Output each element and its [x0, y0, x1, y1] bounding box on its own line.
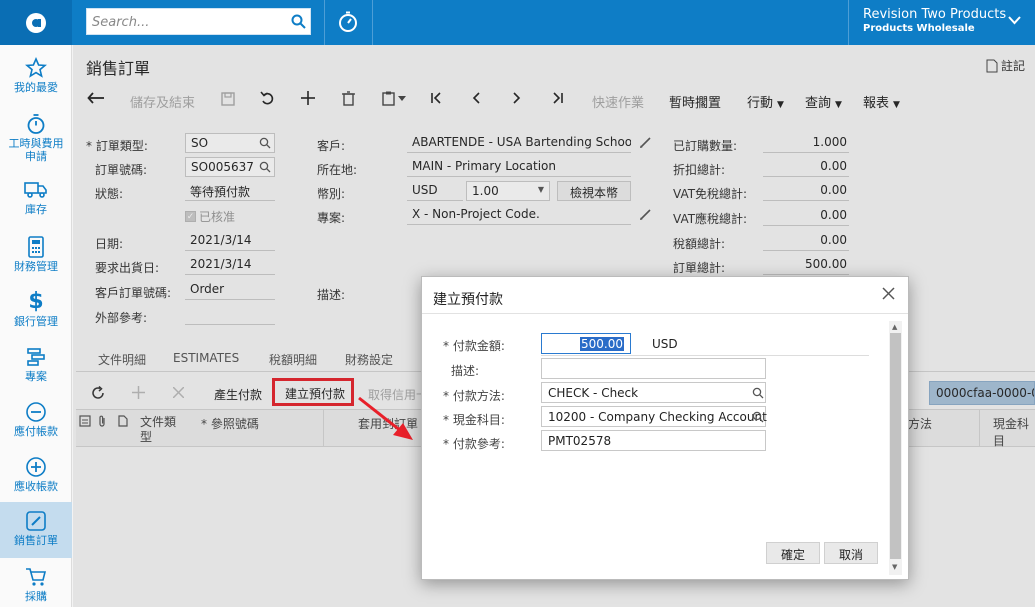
sidebar-item-purchases[interactable]: 採購: [0, 558, 72, 607]
cash-account-value: 10200 - Company Checking Account: [548, 410, 767, 424]
company-switcher[interactable]: Revision Two Products Products Wholesale: [863, 7, 1006, 34]
payment-ref-value: PMT02578: [548, 434, 612, 448]
scroll-down-icon[interactable]: ▼: [892, 563, 897, 571]
method-value: CHECK - Check: [548, 386, 639, 400]
search-input[interactable]: [92, 13, 282, 31]
close-icon: [882, 287, 895, 300]
desc-field[interactable]: [541, 358, 766, 379]
search-icon[interactable]: [752, 387, 764, 399]
truck-icon: [0, 179, 72, 201]
amount-field[interactable]: 500.00: [541, 333, 631, 354]
cash-account-label: * 現金科目:: [443, 413, 505, 427]
amount-currency: USD: [652, 337, 678, 351]
sidebar-item-banking[interactable]: $ 銀行管理: [0, 283, 72, 339]
chevron-down-icon[interactable]: [1008, 16, 1021, 25]
close-button[interactable]: [882, 287, 895, 300]
cancel-button[interactable]: 取消: [824, 542, 878, 564]
sidebar-item-inventory[interactable]: 庫存: [0, 171, 72, 227]
plus-circle-icon: [0, 456, 72, 478]
search-box[interactable]: [86, 8, 311, 35]
sidebar-item-label: 銀行管理: [14, 315, 58, 328]
sidebar-item-label: 採購: [25, 590, 47, 603]
scrollbar-thumb[interactable]: [890, 333, 901, 559]
dialog-title: 建立預付款: [433, 292, 503, 308]
dialog-divider: [422, 313, 908, 314]
sidebar-item-label: 財務管理: [14, 260, 58, 273]
minus-circle-icon: [0, 401, 72, 423]
topbar-divider: [372, 0, 373, 45]
sidebar-item-label: 庫存: [25, 203, 47, 216]
app-logo[interactable]: [0, 0, 72, 45]
calculator-icon: [0, 236, 72, 258]
callout-arrow-icon: [358, 396, 413, 440]
field-rule: [541, 355, 869, 356]
sidebar-item-sales-orders[interactable]: 銷售訂單: [0, 502, 72, 558]
cart-icon: [0, 566, 72, 588]
sidebar: 我的最愛 工時與費用申請 庫存 財務管理 $ 銀行管理 專案 應付帳款 應收帳款…: [0, 45, 72, 607]
company-name: Revision Two Products: [863, 7, 1007, 22]
sidebar-item-time-expenses[interactable]: 工時與費用申請: [0, 105, 72, 167]
sidebar-item-label: 專案: [25, 370, 47, 383]
history-icon: [339, 11, 357, 32]
sidebar-item-payables[interactable]: 應付帳款: [0, 393, 72, 449]
dialog-scrollbar[interactable]: ▲ ▼: [889, 321, 902, 575]
sidebar-item-label: 銷售訂單: [14, 534, 58, 547]
logo-icon: [26, 12, 46, 33]
history-button[interactable]: [336, 10, 360, 34]
sidebar-item-finance[interactable]: 財務管理: [0, 228, 72, 284]
sidebar-item-favorites[interactable]: 我的最愛: [0, 49, 72, 105]
dollar-icon: $: [28, 289, 44, 314]
stopwatch-icon: [0, 113, 72, 135]
method-label: * 付款方法:: [443, 389, 505, 403]
star-icon: [0, 57, 72, 79]
project-icon: [0, 346, 72, 368]
amount-value: 500.00: [580, 337, 624, 351]
search-icon[interactable]: [752, 411, 764, 423]
payment-ref-field[interactable]: PMT02578: [541, 430, 766, 451]
amount-label: * 付款金額:: [443, 339, 505, 353]
topbar-divider: [848, 0, 849, 45]
sidebar-item-label: 工時與費用申請: [8, 137, 64, 163]
company-subname: Products Wholesale: [863, 23, 975, 34]
search-icon[interactable]: [291, 14, 306, 29]
edit-icon: [0, 510, 72, 532]
method-field[interactable]: CHECK - Check: [541, 382, 766, 403]
payment-ref-label: * 付款參考:: [443, 437, 505, 451]
sidebar-item-label: 應付帳款: [14, 425, 58, 438]
scroll-up-icon[interactable]: ▲: [892, 323, 897, 331]
topbar-divider: [324, 0, 325, 45]
sidebar-item-projects[interactable]: 專案: [0, 338, 72, 394]
sidebar-item-label: 我的最愛: [14, 81, 58, 94]
create-prepayment-dialog: 建立預付款 * 付款金額: 500.00 USD 描述: * 付款方法: CHE…: [421, 276, 909, 580]
desc-label: 描述:: [451, 364, 480, 378]
cash-account-field[interactable]: 10200 - Company Checking Account: [541, 406, 767, 427]
ok-button[interactable]: 確定: [766, 542, 820, 564]
sidebar-item-receivables[interactable]: 應收帳款: [0, 448, 72, 504]
sidebar-item-label: 應收帳款: [14, 480, 58, 493]
